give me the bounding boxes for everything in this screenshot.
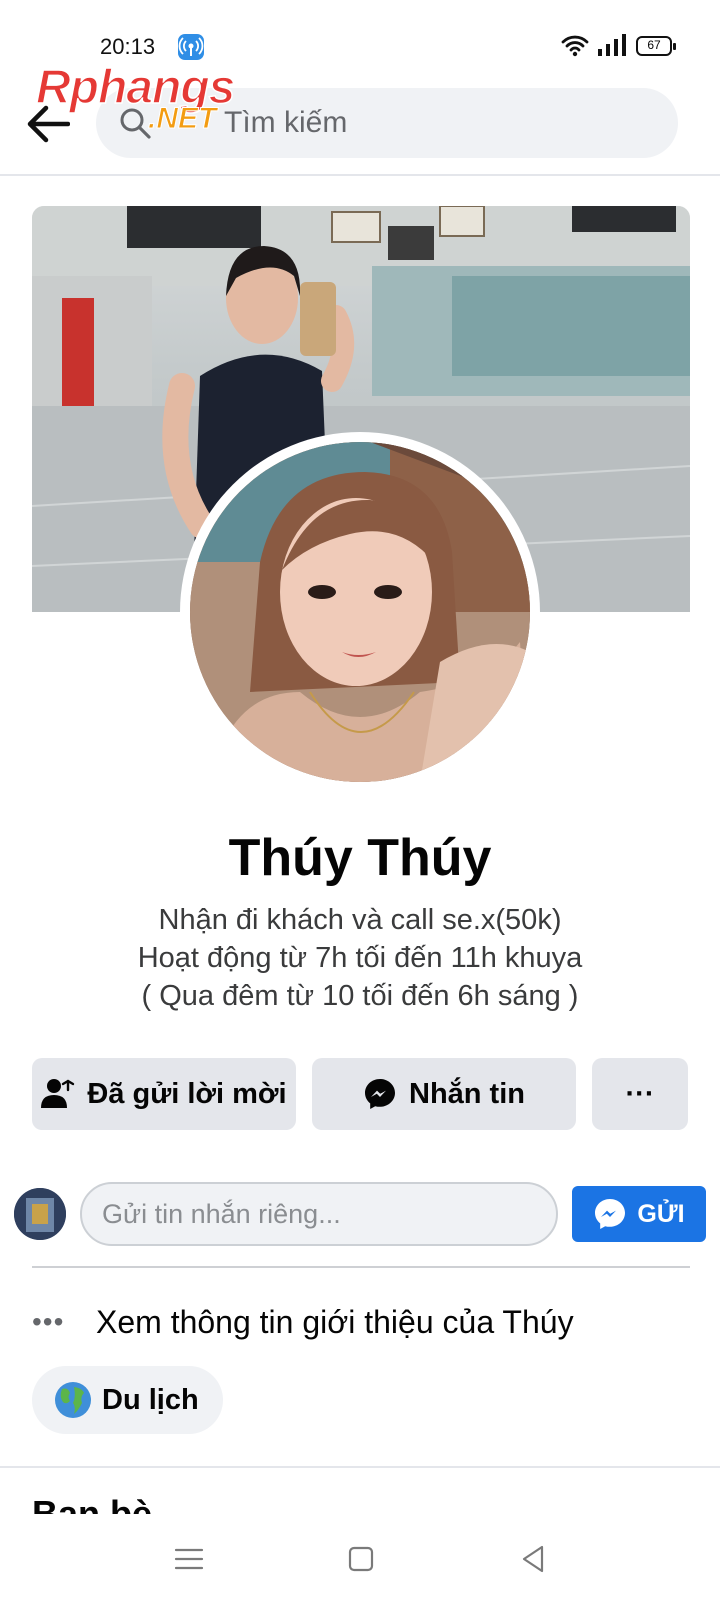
home-icon: [348, 1546, 374, 1572]
see-about-label: Xem thông tin giới thiệu của Thúy: [96, 1303, 574, 1340]
nav-divider: [0, 174, 720, 176]
watermark-sub: .NET: [147, 102, 217, 136]
messenger-icon: [363, 1077, 397, 1111]
private-message-input[interactable]: [80, 1182, 558, 1246]
android-nav-bar: [0, 1514, 720, 1600]
status-time: 20:13: [100, 34, 156, 59]
profile-photo[interactable]: [190, 442, 530, 782]
section-divider: [0, 1466, 720, 1468]
battery-icon: 67: [636, 36, 676, 56]
hobby-chip-label: Du lịch: [102, 1383, 199, 1416]
bio-line: ( Qua đêm từ 10 tối đến 6h sáng ): [141, 980, 579, 1012]
see-about-info-link[interactable]: ••• Xem thông tin giới thiệu của Thúy: [32, 1298, 574, 1346]
messenger-icon: [593, 1197, 627, 1231]
signal-icon: [596, 32, 628, 63]
send-button[interactable]: GỬI: [572, 1186, 706, 1242]
hobby-chip-travel[interactable]: Du lịch: [32, 1366, 223, 1434]
friends-section-title: Bạn bè: [32, 1496, 232, 1514]
message-label: Nhắn tin: [409, 1077, 525, 1110]
bio-line: Hoạt động từ 7h tối đến 11h khuya: [137, 942, 583, 974]
more-options-button[interactable]: ···: [592, 1058, 688, 1130]
send-label: GỬI: [637, 1199, 685, 1228]
more-icon: ···: [625, 1077, 655, 1110]
more-dots-icon: •••: [32, 1306, 65, 1337]
message-button[interactable]: Nhắn tin: [312, 1058, 576, 1130]
user-check-icon: [41, 1078, 75, 1110]
watermark-logo: Rphangs .NET: [35, 60, 256, 140]
profile-photo-image: [190, 442, 530, 782]
hotspot-icon: [178, 34, 204, 60]
recent-apps-button[interactable]: [172, 1542, 206, 1576]
back-icon: [522, 1545, 544, 1573]
menu-icon: [174, 1548, 204, 1570]
bio-line: Nhận đi khách và call se.x(50k): [158, 904, 562, 936]
profile-name: Thúy Thúy: [228, 829, 492, 887]
friend-request-label: Đã gửi lời mời: [87, 1077, 287, 1110]
my-avatar[interactable]: [14, 1188, 66, 1240]
globe-icon: [54, 1381, 92, 1419]
system-back-button[interactable]: [516, 1542, 550, 1576]
friend-request-sent-button[interactable]: Đã gửi lời mời: [32, 1058, 296, 1130]
wifi-icon: [560, 32, 590, 63]
section-divider: [32, 1266, 690, 1268]
home-button[interactable]: [344, 1542, 378, 1576]
